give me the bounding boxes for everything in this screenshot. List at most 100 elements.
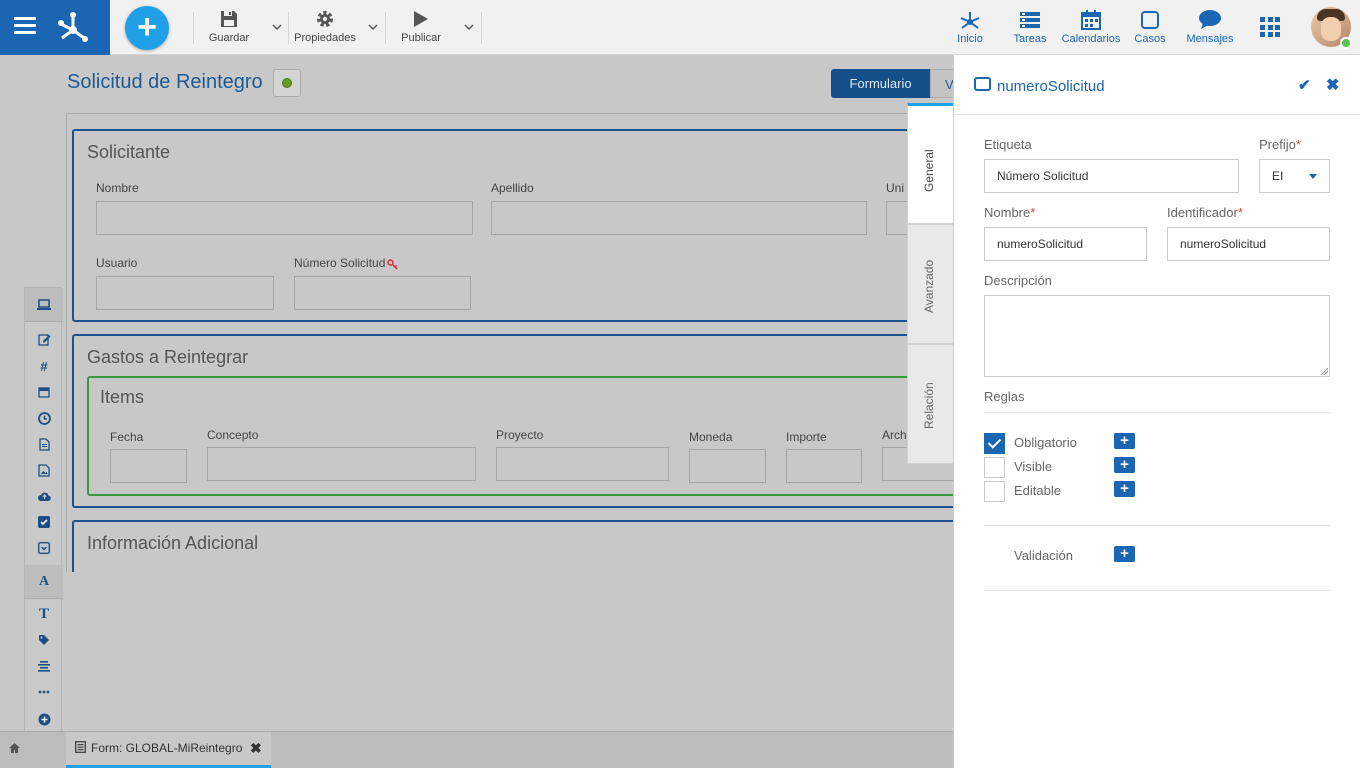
control-toolbox: # A T [24, 287, 63, 768]
tag-icon[interactable] [25, 627, 63, 653]
nav-tareas[interactable]: Tareas [1010, 7, 1050, 45]
monitor-icon[interactable] [25, 288, 63, 322]
column-label-fecha: Fecha [110, 430, 144, 444]
nav-mensajes-label: Mensajes [1186, 33, 1234, 45]
nombre-input[interactable]: numeroSolicitud [984, 227, 1147, 261]
apps-grid-icon[interactable] [1260, 17, 1280, 37]
save-chevron-down-icon[interactable] [272, 22, 282, 32]
text-style-icon[interactable]: A [25, 565, 63, 599]
field-usuario[interactable] [96, 276, 274, 310]
editable-checkbox[interactable] [984, 481, 1005, 502]
identificador-input[interactable]: numeroSolicitud [1167, 227, 1330, 261]
obligatorio-checkbox[interactable] [984, 433, 1005, 454]
field-label-nombre: Nombre [96, 181, 139, 195]
calendar-icon[interactable] [25, 379, 63, 405]
editable-add-button[interactable]: + [1114, 481, 1135, 497]
column-input-moneda[interactable] [689, 449, 766, 483]
dropdown-icon[interactable] [25, 535, 63, 561]
tab-avanzado-label: Avanzado [922, 259, 936, 313]
field-label-unidad: Uni [886, 181, 905, 195]
plus-circle-icon[interactable] [25, 706, 63, 732]
column-input-importe[interactable] [786, 449, 862, 483]
save-button[interactable]: Guardar [206, 8, 252, 44]
field-apellido[interactable] [491, 201, 867, 235]
confirm-check-icon[interactable]: ✔ [1298, 76, 1311, 94]
column-label-archivo: Arch [882, 428, 907, 442]
page-title: Solicitud de Reintegro [67, 71, 263, 93]
text-icon[interactable]: T [25, 601, 63, 627]
prefijo-select[interactable]: EI [1259, 159, 1330, 193]
tab-general-label: General [922, 149, 936, 192]
play-icon [398, 8, 444, 30]
tab-avanzado[interactable]: Avanzado [907, 224, 954, 344]
add-button[interactable]: + [125, 6, 169, 50]
properties-label: Propiedades [294, 32, 356, 44]
canvas-blank [66, 572, 956, 731]
checkbox-icon[interactable] [25, 509, 63, 535]
status-dot-icon [282, 78, 292, 88]
edit-icon[interactable] [25, 326, 63, 352]
toolbar-divider [385, 12, 386, 44]
case-icon [1132, 7, 1168, 33]
tab-label: Form: GLOBAL-MiReintegro [91, 741, 243, 755]
home-icon[interactable] [8, 741, 21, 759]
column-input-concepto[interactable] [207, 447, 476, 481]
visible-checkbox[interactable] [984, 457, 1005, 478]
nav-casos-label: Casos [1134, 33, 1166, 45]
toolbar-divider [481, 12, 482, 44]
close-icon[interactable]: ✖ [1326, 75, 1339, 95]
resize-grip-icon[interactable] [1320, 367, 1328, 375]
align-center-icon[interactable] [25, 653, 63, 679]
grid-items[interactable]: Items Fecha Concepto Proyecto Moneda Imp… [87, 376, 967, 496]
field-numero-solicitud[interactable] [294, 276, 471, 310]
tasks-icon [1010, 7, 1050, 33]
field-nombre[interactable] [96, 201, 473, 235]
nav-inicio[interactable]: Inicio [950, 7, 990, 45]
document-icon[interactable] [25, 431, 63, 457]
status-button[interactable] [273, 69, 301, 97]
close-tab-icon[interactable]: ✖ [250, 740, 262, 757]
column-input-fecha[interactable] [110, 449, 187, 483]
publish-chevron-down-icon[interactable] [464, 22, 474, 32]
publish-button[interactable]: Publicar [398, 8, 444, 44]
column-label-importe: Importe [786, 430, 827, 444]
properties-chevron-down-icon[interactable] [368, 22, 378, 32]
section-informacion-adicional[interactable]: Información Adicional [72, 520, 962, 580]
descripcion-textarea[interactable] [984, 295, 1330, 377]
publish-label: Publicar [401, 32, 441, 44]
section-gastos[interactable]: Gastos a Reintegrar Items Fecha Concepto… [72, 334, 967, 508]
key-icon [387, 259, 398, 270]
toolbar-divider [288, 12, 289, 44]
gear-icon [293, 8, 357, 30]
logo-icon[interactable] [56, 10, 90, 44]
visible-add-button[interactable]: + [1114, 457, 1135, 473]
tab-formulario[interactable]: Formulario [831, 69, 930, 98]
tab-relacion[interactable]: Relación [907, 344, 954, 464]
image-icon[interactable] [25, 457, 63, 483]
nav-casos[interactable]: Casos [1132, 7, 1168, 45]
nav-mensajes[interactable]: Mensajes [1184, 7, 1236, 45]
tab-relacion-label: Relación [922, 382, 936, 429]
validacion-add-button[interactable]: + [1114, 546, 1135, 562]
prefijo-value: EI [1272, 169, 1284, 183]
cloud-upload-icon[interactable] [25, 483, 63, 509]
section-solicitante[interactable]: Solicitante Nombre Apellido Uni Usuario … [72, 129, 966, 322]
nav-inicio-label: Inicio [957, 33, 983, 45]
nav-calendarios[interactable]: Calendarios [1060, 7, 1122, 45]
properties-button[interactable]: Propiedades [293, 8, 357, 44]
section-title: Gastos a Reintegrar [87, 347, 249, 367]
online-status-icon [1340, 37, 1352, 49]
etiqueta-label: Etiqueta [984, 137, 1032, 152]
tab-general[interactable]: General [907, 103, 954, 224]
clock-icon[interactable] [25, 405, 63, 431]
field-label-apellido: Apellido [491, 181, 534, 195]
column-input-proyecto[interactable] [496, 447, 669, 481]
nav-tareas-label: Tareas [1013, 33, 1047, 45]
etiqueta-input[interactable]: Número Solicitud [984, 159, 1239, 193]
divider [984, 525, 1330, 526]
tab-form-global-mireintegro[interactable]: Form: GLOBAL-MiReintegro ✖ [66, 732, 271, 768]
obligatorio-add-button[interactable]: + [1114, 433, 1135, 449]
hash-icon[interactable]: # [25, 353, 63, 379]
menu-icon[interactable] [14, 17, 36, 35]
ellipsis-icon[interactable] [25, 679, 63, 705]
